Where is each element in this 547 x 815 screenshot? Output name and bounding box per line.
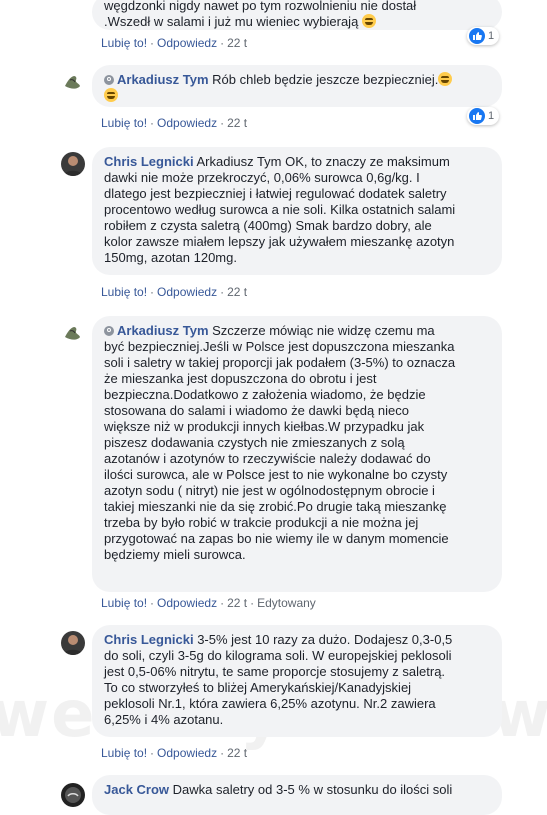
timestamp[interactable]: 22 t bbox=[227, 596, 247, 610]
comment-text-line: być bezpieczniej.Jeśli w Polsce jest dop… bbox=[104, 339, 455, 354]
comment-author[interactable]: Arkadiusz Tym bbox=[117, 323, 209, 338]
comment-text-line: Arkadiusz Tym OK, to znaczy ze maksimum bbox=[196, 154, 450, 169]
comment-text-line: soli i saletry w takiej proporcji jak po… bbox=[104, 355, 456, 370]
top-fan-badge-icon bbox=[104, 326, 114, 336]
reply-link[interactable]: Odpowiedz bbox=[157, 596, 217, 610]
comment-bubble: Arkadiusz Tym Rób chleb będzie jeszcze b… bbox=[92, 65, 502, 107]
comment-bubble: Chris Legnicki Arkadiusz Tym OK, to znac… bbox=[92, 147, 502, 275]
avatar[interactable] bbox=[61, 70, 85, 94]
reaction-count[interactable]: 1 bbox=[467, 27, 499, 45]
laughing-emoji-icon bbox=[104, 88, 118, 102]
comment-actions: Lubię to! · Odpowiedz · 22 t bbox=[101, 746, 248, 760]
comment-author[interactable]: Jack Crow bbox=[104, 782, 169, 797]
reply-link[interactable]: Odpowiedz bbox=[157, 285, 217, 299]
comment-bubble: węgdzonki nigdy nawet po tym rozwolnieni… bbox=[92, 0, 502, 30]
comment-actions: Lubię to! · Odpowiedz · 22 t · Edytowany bbox=[101, 596, 316, 610]
comment-bubble: Arkadiusz Tym Szczerze mówiąc nie widzę … bbox=[92, 316, 502, 592]
reply-link[interactable]: Odpowiedz bbox=[157, 36, 217, 50]
comment-text-line: dawki nie może przekroczyć, 0,06% surowc… bbox=[104, 170, 420, 185]
comment-text-line: będziemy mieli surowca. bbox=[104, 547, 246, 562]
comment-author[interactable]: Chris Legnicki bbox=[104, 154, 194, 169]
avatar[interactable] bbox=[61, 152, 85, 176]
comment-text-line: większe niż w produkcji innych kiełbas.W… bbox=[104, 419, 425, 434]
comment-actions: Lubię to! · Odpowiedz · 22 t bbox=[101, 116, 248, 130]
comment-text-line: że mieszanka jest dopuszczona do obrotu … bbox=[104, 371, 377, 386]
comment-bubble: Chris Legnicki 3-5% jest 10 razy za dużo… bbox=[92, 625, 502, 737]
comment-text-line: azotyn sodu ( nitryt) nie jest w ogólnod… bbox=[104, 483, 435, 498]
comment-author[interactable]: Chris Legnicki bbox=[104, 632, 194, 647]
edited-label[interactable]: Edytowany bbox=[257, 596, 316, 610]
avatar[interactable] bbox=[61, 631, 85, 655]
comment-text-line: piszesz dodawania czystych nie zmieszany… bbox=[104, 435, 405, 450]
comment-text-line: bezpieczna.Dodatkowo z założenia wiadomo… bbox=[104, 387, 426, 402]
like-link[interactable]: Lubię to! bbox=[101, 596, 147, 610]
comment-text-line: azotanów i azotynów to rzeczywiście nale… bbox=[104, 451, 431, 466]
reply-link[interactable]: Odpowiedz bbox=[157, 746, 217, 760]
timestamp[interactable]: 22 t bbox=[227, 116, 247, 130]
comment-text-line: trzeba by było robić w trakcie produkcji… bbox=[104, 515, 419, 530]
comment-text-line: stosowana do salami i wiadomo że dawki b… bbox=[104, 403, 409, 418]
timestamp[interactable]: 22 t bbox=[227, 285, 247, 299]
like-link[interactable]: Lubię to! bbox=[101, 285, 147, 299]
avatar[interactable] bbox=[61, 321, 85, 345]
comment-text-line: węgdzonki nigdy nawet po tym rozwolnieni… bbox=[104, 0, 417, 13]
comment-actions: Lubię to! · Odpowiedz · 22 t bbox=[101, 36, 248, 50]
comment-text-line: Szczerze mówiąc nie widzę czemu ma bbox=[212, 323, 435, 338]
comment-text-line: To co stworzyłeś to bliżej Amerykańskiej… bbox=[104, 680, 412, 695]
comment-author[interactable]: Arkadiusz Tym bbox=[117, 72, 209, 87]
timestamp[interactable]: 22 t bbox=[227, 746, 247, 760]
comment-text-line: procentowo według surowca a nie soli. Ki… bbox=[104, 202, 456, 217]
comment-text-line: dlatego jest bezpieczniej i łatwiej regu… bbox=[104, 186, 447, 201]
comment-text-line: peklosoli Nr.1, która zawiera 6,25% azot… bbox=[104, 696, 436, 711]
like-reaction-icon bbox=[469, 108, 485, 124]
timestamp[interactable]: 22 t bbox=[227, 36, 247, 50]
comment-text-line: przygotować na zapas bo nie wiemy ile w … bbox=[104, 531, 449, 546]
like-reaction-icon bbox=[469, 28, 485, 44]
reply-link[interactable]: Odpowiedz bbox=[157, 116, 217, 130]
like-link[interactable]: Lubię to! bbox=[101, 746, 147, 760]
comment-actions: Lubię to! · Odpowiedz · 22 t bbox=[101, 285, 248, 299]
avatar[interactable] bbox=[61, 783, 85, 807]
comment-text-line: ilości surowca, ale w Polsce jest to nie… bbox=[104, 467, 448, 482]
comment-text-line: do soli, czyli 3-5g do kilograma soli. W… bbox=[104, 648, 452, 663]
comment-text-line: .Wszedł w salami i już mu wieniec wybier… bbox=[104, 14, 490, 30]
comment-text-line: jest 0,5-06% nitrytu, te same proporcje … bbox=[104, 664, 446, 679]
laughing-emoji-icon bbox=[438, 72, 453, 86]
comment-text: Dawka saletry od 3-5 % w stosunku do ilo… bbox=[172, 782, 453, 797]
like-link[interactable]: Lubię to! bbox=[101, 36, 147, 50]
reaction-count[interactable]: 1 bbox=[467, 107, 499, 125]
comment-text-line: 3-5% jest 10 razy za dużo. Dodajesz 0,3-… bbox=[197, 632, 453, 647]
comment-text: Rób chleb będzie jeszcze bezpieczniej. bbox=[212, 72, 439, 87]
like-link[interactable]: Lubię to! bbox=[101, 116, 147, 130]
comment-text-line: takiej mieszanki nie da się zrobić.Po dr… bbox=[104, 499, 447, 514]
top-fan-badge-icon bbox=[104, 75, 114, 85]
comment-text-line: 150mg, azotan 120mg. bbox=[104, 250, 237, 265]
comment-text-line: 6,25% i 4% azotanu. bbox=[104, 712, 224, 727]
comment-text-line: robiłem z czysta saletrą (400mg) Smak ba… bbox=[104, 218, 432, 233]
laughing-emoji-icon bbox=[361, 14, 376, 28]
comment-bubble: Jack Crow Dawka saletry od 3-5 % w stosu… bbox=[92, 775, 502, 815]
comment-text-line: kolor zawsze miałem lepszy jak używałem … bbox=[104, 234, 455, 249]
